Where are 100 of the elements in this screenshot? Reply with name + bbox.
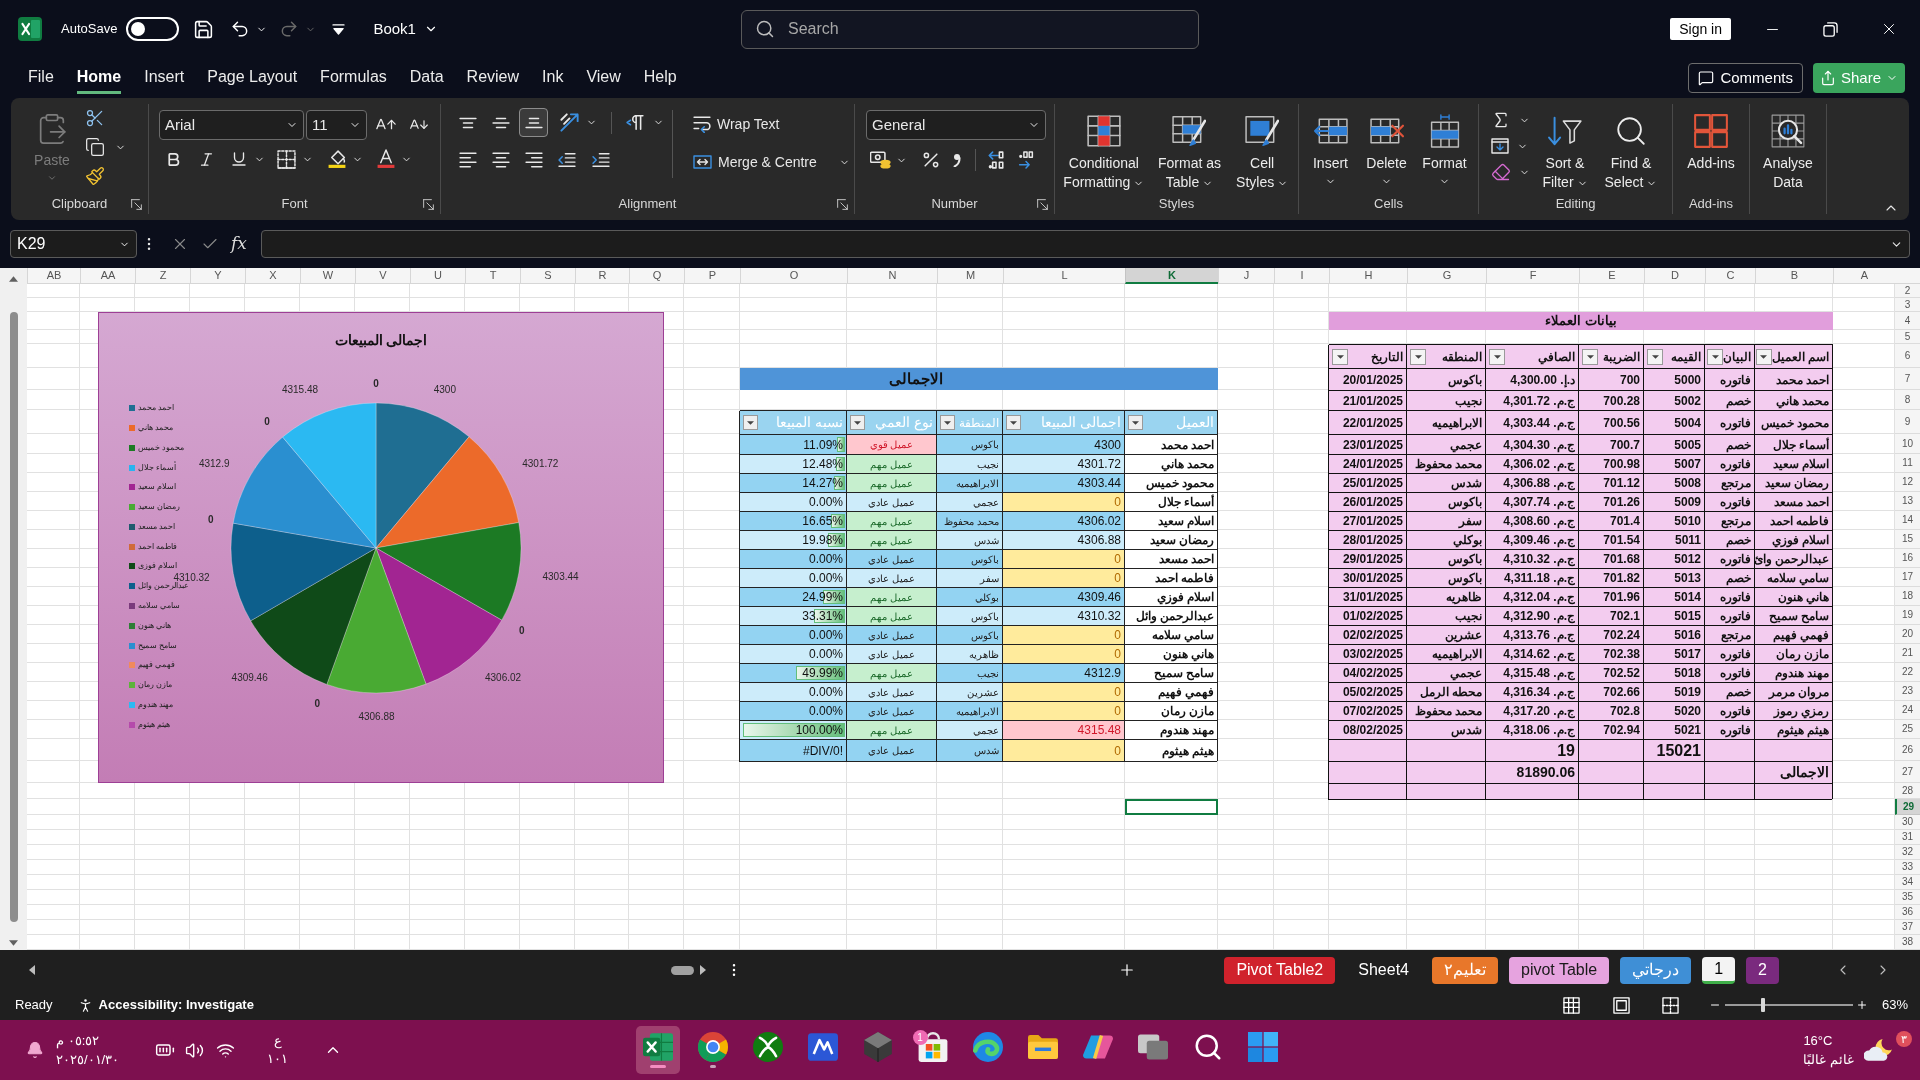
filter-dropdown-button[interactable]	[1489, 348, 1505, 365]
menu-tab[interactable]: View	[586, 62, 621, 94]
sheet-tab[interactable]: 2	[1746, 956, 1779, 984]
fill-down-icon[interactable]	[1491, 138, 1509, 154]
column-header[interactable]: Y	[190, 268, 245, 284]
scrollbar-thumb[interactable]	[9, 312, 18, 922]
row-header[interactable]: 30	[1895, 815, 1920, 830]
sheet-tab[interactable]: 1	[1702, 956, 1736, 984]
row-header[interactable]: 3	[1895, 298, 1920, 312]
column-header[interactable]: A	[1833, 268, 1895, 284]
format-as-table-button[interactable]: Format as Table	[1150, 104, 1229, 195]
highlight-color-icon[interactable]	[327, 149, 347, 169]
row-header[interactable]: 28	[1895, 783, 1920, 799]
wrap-text-button[interactable]: Wrap Text	[693, 110, 850, 138]
filter-dropdown-button[interactable]	[1707, 348, 1723, 365]
row-header[interactable]: 26	[1895, 739, 1920, 761]
zoom-in-icon[interactable]	[1855, 999, 1868, 1011]
insert-button[interactable]: Insert	[1305, 104, 1356, 195]
underline-icon[interactable]	[230, 150, 248, 168]
menu-tab[interactable]: Insert	[144, 62, 185, 94]
align-center-icon[interactable]	[491, 151, 510, 168]
vertical-scrollbar[interactable]	[0, 268, 27, 950]
column-header[interactable]: AA	[80, 268, 135, 284]
sheet-tab[interactable]: Sheet4	[1346, 956, 1421, 984]
row-header[interactable]: 35	[1895, 890, 1920, 905]
comma-icon[interactable]	[953, 153, 961, 167]
column-header[interactable]: AB	[27, 268, 80, 284]
column-header[interactable]: V	[355, 268, 410, 284]
filter-dropdown-button[interactable]	[743, 415, 758, 430]
align-bottom-button[interactable]	[519, 108, 548, 137]
column-header[interactable]: T	[465, 268, 520, 284]
column-header[interactable]: P	[684, 268, 740, 284]
menu-tab[interactable]: File	[28, 62, 54, 94]
sheet-tab[interactable]: pivot Table	[1509, 956, 1610, 984]
row-header[interactable]: 11	[1895, 454, 1920, 473]
column-header[interactable]: G	[1407, 268, 1486, 284]
customize-toolbar-icon[interactable]	[332, 23, 346, 35]
row-header[interactable]: 18	[1895, 587, 1920, 606]
menu-tab[interactable]: Data	[409, 62, 444, 94]
column-header[interactable]: X	[245, 268, 300, 284]
page-break-icon[interactable]	[1661, 996, 1679, 1014]
restore-icon[interactable]	[1823, 21, 1838, 37]
row-header[interactable]: 36	[1895, 905, 1920, 920]
row-header[interactable]: 17	[1895, 568, 1920, 587]
column-header[interactable]: H	[1329, 268, 1407, 284]
active-cell[interactable]	[1125, 799, 1218, 815]
row-header[interactable]: 13	[1895, 492, 1920, 511]
row-header[interactable]: 29	[1895, 799, 1920, 815]
number-format-dropdown[interactable]: General	[866, 110, 1046, 140]
decrease-decimal-icon[interactable]	[1018, 151, 1034, 169]
column-header[interactable]: B	[1755, 268, 1833, 284]
column-header[interactable]: O	[740, 268, 847, 284]
filter-dropdown-button[interactable]	[1006, 415, 1021, 430]
row-header[interactable]: 38	[1895, 935, 1920, 950]
column-header[interactable]: E	[1579, 268, 1644, 284]
row-header[interactable]: 2	[1895, 284, 1920, 298]
search-field[interactable]: Search	[741, 9, 1199, 49]
filter-dropdown-button[interactable]	[1755, 348, 1772, 365]
cell-styles-button[interactable]: Cell Styles	[1232, 104, 1293, 195]
notification-count[interactable]: ٣	[1896, 1031, 1912, 1047]
column-header[interactable]: K	[1125, 268, 1218, 284]
conditional-formatting-button[interactable]: Conditional Formatting	[1060, 104, 1147, 195]
menu-tab[interactable]: Review	[466, 62, 520, 94]
column-header[interactable]: F	[1486, 268, 1579, 284]
eraser-icon[interactable]	[1491, 162, 1511, 182]
paintbrush-icon[interactable]	[85, 166, 105, 186]
pilcrow-arrow-icon[interactable]	[626, 114, 644, 131]
sheet-tab[interactable]: Pivot Table2	[1224, 956, 1336, 984]
scroll-down-icon[interactable]	[9, 940, 18, 946]
font-name-dropdown[interactable]: Arial	[159, 110, 304, 140]
zoom-level[interactable]: 63%	[1881, 995, 1908, 1015]
row-header[interactable]: 6	[1895, 344, 1920, 368]
scrollbar-thumb[interactable]	[671, 965, 694, 975]
name-box[interactable]: K29	[10, 230, 137, 258]
delete-button[interactable]: Delete	[1360, 104, 1413, 195]
percent-icon[interactable]	[921, 150, 941, 170]
row-header[interactable]: 27	[1895, 761, 1920, 783]
font-size-dropdown[interactable]: 11	[306, 110, 367, 140]
page-layout-icon[interactable]	[1612, 996, 1630, 1014]
row-header[interactable]: 20	[1895, 625, 1920, 644]
row-header[interactable]: 4	[1895, 312, 1920, 330]
accessibility-button[interactable]: Accessibility: Investigate	[76, 995, 254, 1015]
sort-filter-button[interactable]: Sort & Filter	[1536, 104, 1594, 195]
insert-function-button[interactable]: fx	[231, 231, 247, 257]
row-header[interactable]: 21	[1895, 644, 1920, 663]
row-header[interactable]: 9	[1895, 410, 1920, 434]
slider-thumb[interactable]	[1761, 998, 1766, 1012]
filter-dropdown-button[interactable]	[850, 415, 865, 430]
filter-dropdown-button[interactable]	[1332, 348, 1348, 365]
save-icon[interactable]	[193, 18, 215, 40]
column-header[interactable]: W	[300, 268, 355, 284]
scroll-up-icon[interactable]	[9, 276, 18, 282]
column-header[interactable]: I	[1274, 268, 1329, 284]
borders-icon[interactable]	[277, 149, 296, 169]
diagonal-arrow-icon[interactable]	[560, 113, 579, 132]
filter-dropdown-button[interactable]	[1647, 348, 1663, 365]
filter-dropdown-button[interactable]	[1128, 415, 1143, 430]
row-header[interactable]: 25	[1895, 720, 1920, 739]
row-header[interactable]: 7	[1895, 368, 1920, 390]
column-header[interactable]: R	[575, 268, 629, 284]
